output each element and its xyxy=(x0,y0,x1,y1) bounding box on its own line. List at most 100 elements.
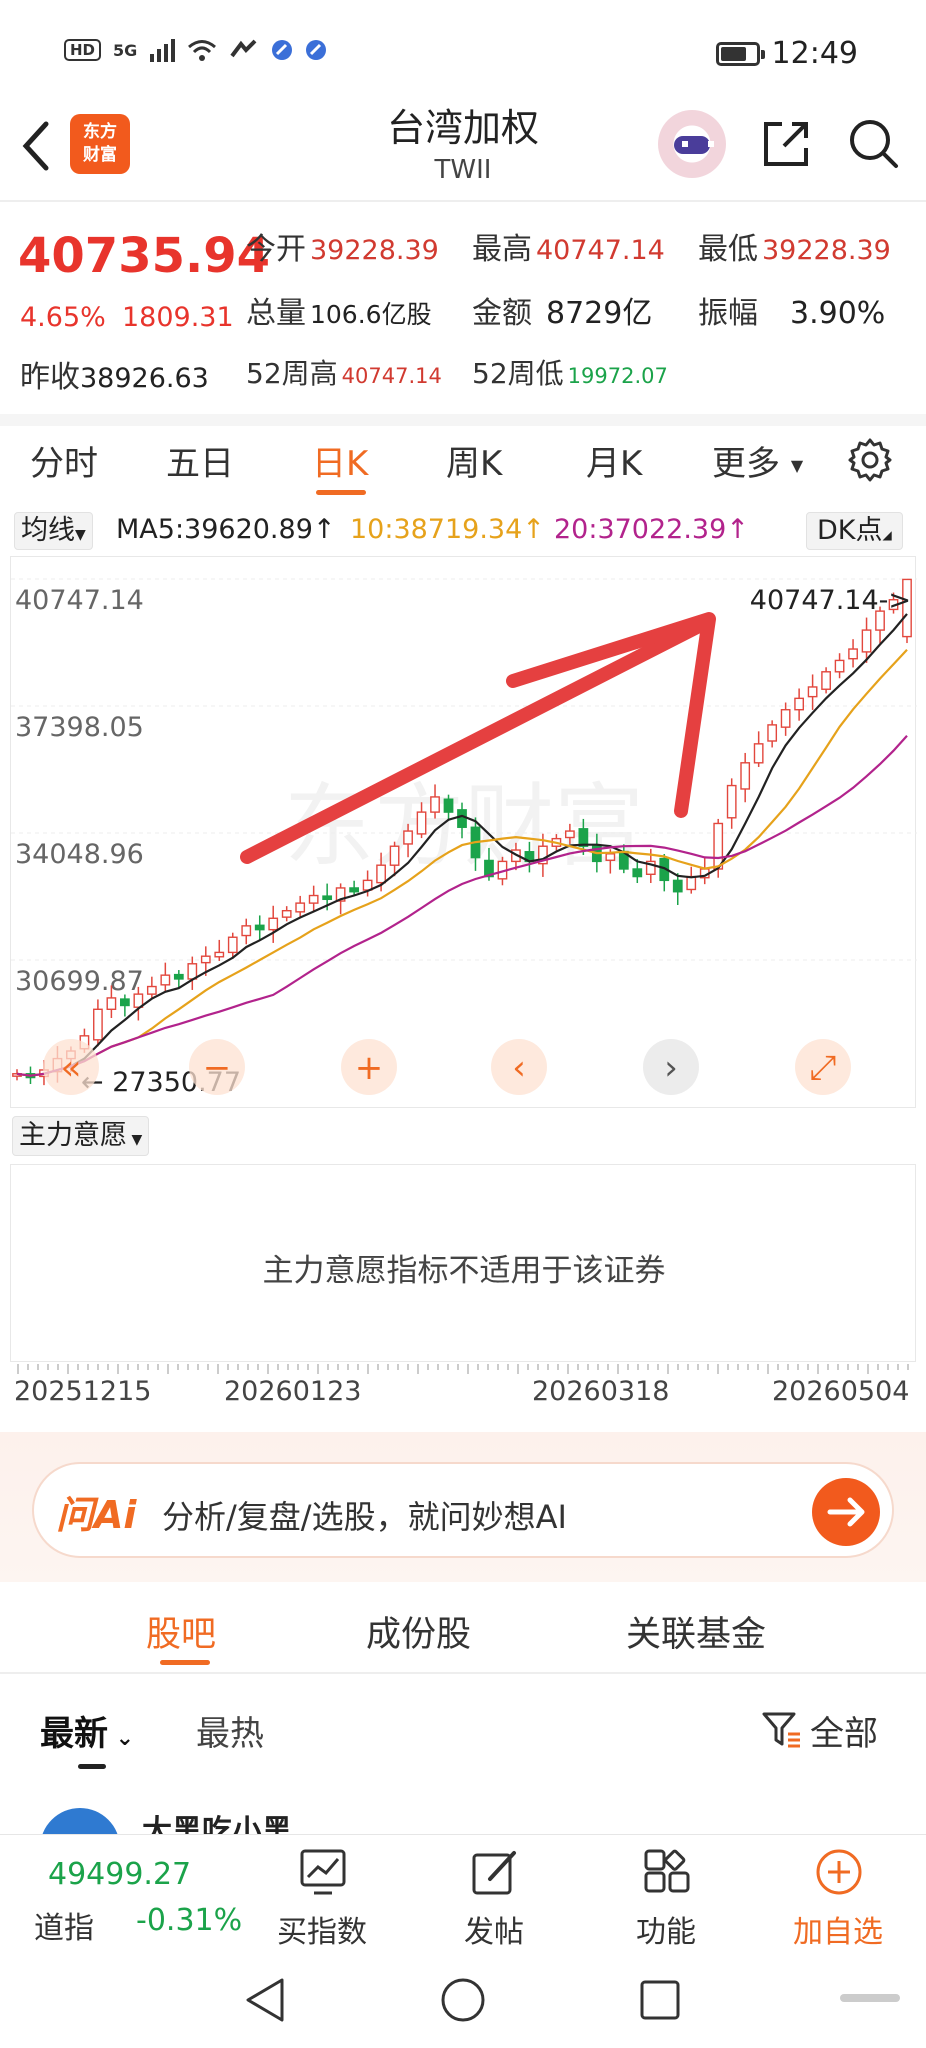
quote-panel: 40735.94 4.65% 1809.31 今开 39228.39 最高 4074… xyxy=(0,202,926,414)
ma5-value: MA5:39620.89↑ xyxy=(116,514,336,545)
candle-body xyxy=(322,895,333,901)
back-button[interactable] xyxy=(16,116,66,186)
gear-icon[interactable] xyxy=(846,436,894,484)
max-price-label: 40747.14-> xyxy=(750,585,911,616)
candle-body xyxy=(605,853,616,861)
ai-prompt-text: 分析/复盘/选股，就问妙想AI xyxy=(162,1498,567,1536)
tab-more[interactable]: 更多 ▼ xyxy=(712,436,803,485)
system-nav-bar xyxy=(0,1950,926,2048)
change-percent: 4.65% xyxy=(20,302,106,333)
bottom-nav: 49499.27 道指 -0.31% 买指数 发帖 功能 加自选 xyxy=(0,1834,926,1950)
amplitude-value: 3.90% xyxy=(790,296,886,331)
share-icon[interactable] xyxy=(760,118,812,170)
y-tick-label: 34048.96 xyxy=(15,839,144,870)
tab-monthly-k[interactable]: 月K xyxy=(586,436,642,485)
tab-daily-k[interactable]: 日K xyxy=(312,436,368,485)
signal-icon xyxy=(150,39,176,62)
hd-badge: HD xyxy=(64,39,102,61)
ma-select-label: 均线 xyxy=(21,515,75,546)
kline-chart[interactable]: 东方财富40747.1437398.0534048.9630699.874074… xyxy=(10,556,917,1108)
caret-down-icon: ▼ xyxy=(790,456,804,475)
section-divider xyxy=(0,1672,926,1674)
current-price: 40735.94 xyxy=(18,228,271,284)
nav-handle-icon xyxy=(840,1994,900,2002)
sub-indicator-message: 主力意愿指标不适用于该证券 xyxy=(262,1253,666,1289)
amount-stat: 金额 8729亿 xyxy=(472,288,652,332)
week52-low-stat: 52周低 19972.07 xyxy=(472,352,668,392)
tab-constituents[interactable]: 成份股 xyxy=(366,1606,471,1657)
buy-index-button[interactable]: 买指数 xyxy=(262,1835,382,1951)
ma10-value: 10:38719.34↑ xyxy=(350,514,545,545)
dow-name: 道指 xyxy=(34,1911,94,1946)
dk-point-button[interactable]: DK点◢ xyxy=(806,512,903,550)
candle-body xyxy=(416,811,427,835)
nav-back-icon[interactable] xyxy=(246,1978,284,2022)
tab-intraday[interactable]: 分时 xyxy=(30,436,98,485)
nav-recents-icon[interactable] xyxy=(640,1980,680,2020)
sub-indicator-select[interactable]: 主力意愿 ▼ xyxy=(12,1116,150,1156)
tab-latest-label: 最新 xyxy=(40,1714,108,1754)
ai-go-button[interactable] xyxy=(812,1478,880,1546)
y-tick-label: 30699.87 xyxy=(15,966,144,997)
ma-select[interactable]: 均线▼ xyxy=(14,512,93,550)
candle-body xyxy=(726,784,737,819)
tab-forum[interactable]: 股吧 xyxy=(146,1606,216,1657)
scroll-left-icon-glyph: ‹ xyxy=(512,1048,526,1088)
tab-related-funds[interactable]: 关联基金 xyxy=(626,1606,766,1657)
dow-value: 49499.27 xyxy=(48,1857,192,1892)
candle-body xyxy=(780,709,791,728)
volume-value: 106.6亿股 xyxy=(310,300,432,329)
candle-body xyxy=(389,845,400,866)
candle-body xyxy=(146,985,157,995)
candle-body xyxy=(281,909,292,918)
filter-icon[interactable] xyxy=(760,1708,802,1750)
ma20-text: 20:37022.39 xyxy=(554,514,727,545)
nav-home-icon[interactable] xyxy=(441,1978,485,2022)
high-label: 最高 xyxy=(472,232,532,267)
caret-down-icon: ▼ xyxy=(127,1132,143,1148)
dow-change: -0.31% xyxy=(136,1903,243,1938)
amount-value: 8729亿 xyxy=(546,296,653,331)
plus-circle-icon xyxy=(816,1849,862,1895)
ma5-text: MA5:39620.89 xyxy=(116,514,313,545)
buy-index-label: 买指数 xyxy=(277,1915,367,1950)
tab-weekly-k[interactable]: 周K xyxy=(446,436,502,485)
first-page-icon-glyph: « xyxy=(61,1048,82,1088)
post-button[interactable]: 发帖 xyxy=(434,1835,554,1951)
add-watchlist-button[interactable]: 加自选 xyxy=(778,1835,898,1951)
week52-low-value: 19972.07 xyxy=(567,364,668,388)
link-icon xyxy=(230,39,257,58)
low-value: 39228.39 xyxy=(762,235,891,266)
wifi-icon xyxy=(188,40,217,61)
ma20-value: 20:37022.39↑ xyxy=(554,514,749,545)
arrow-up-icon: ↑ xyxy=(522,514,545,545)
tab-latest[interactable]: 最新 ⌄ xyxy=(40,1706,134,1755)
add-watchlist-label: 加自选 xyxy=(793,1915,883,1950)
section-tab-indicator xyxy=(160,1660,210,1665)
ma10-text: 10:38719.34 xyxy=(350,514,523,545)
chart-trend-icon xyxy=(300,1849,346,1895)
candle-body xyxy=(254,924,265,931)
post-author[interactable]: 大黑吃小黑 xyxy=(142,1806,292,1834)
candle-body xyxy=(443,798,454,813)
zoom-out-icon-glyph: − xyxy=(203,1048,232,1088)
change-value: 1809.31 xyxy=(122,302,234,333)
clock: 12:49 xyxy=(771,36,858,71)
tab-hot[interactable]: 最热 xyxy=(196,1706,264,1755)
feed-tabs: 最新 ⌄ 最热 全部 xyxy=(0,1676,926,1786)
ai-assistant-icon[interactable] xyxy=(658,110,726,178)
candle-body xyxy=(753,743,764,764)
tab-five-day[interactable]: 五日 xyxy=(166,436,234,485)
functions-button[interactable]: 功能 xyxy=(606,1835,726,1951)
filter-label[interactable]: 全部 xyxy=(810,1706,878,1755)
candle-body xyxy=(767,724,778,742)
open-value: 39228.39 xyxy=(310,235,439,266)
ai-ask-bar[interactable]: 问Ai 分析/复盘/选股，就问妙想AI xyxy=(32,1462,894,1558)
logo-text-1: 东方 xyxy=(83,122,117,142)
battery-icon xyxy=(715,41,765,66)
candle-body xyxy=(187,963,198,980)
low-stat: 最低 39228.39 xyxy=(698,224,891,268)
functions-label: 功能 xyxy=(636,1915,696,1950)
search-icon[interactable] xyxy=(846,116,900,170)
network-label: 5G xyxy=(113,40,138,60)
